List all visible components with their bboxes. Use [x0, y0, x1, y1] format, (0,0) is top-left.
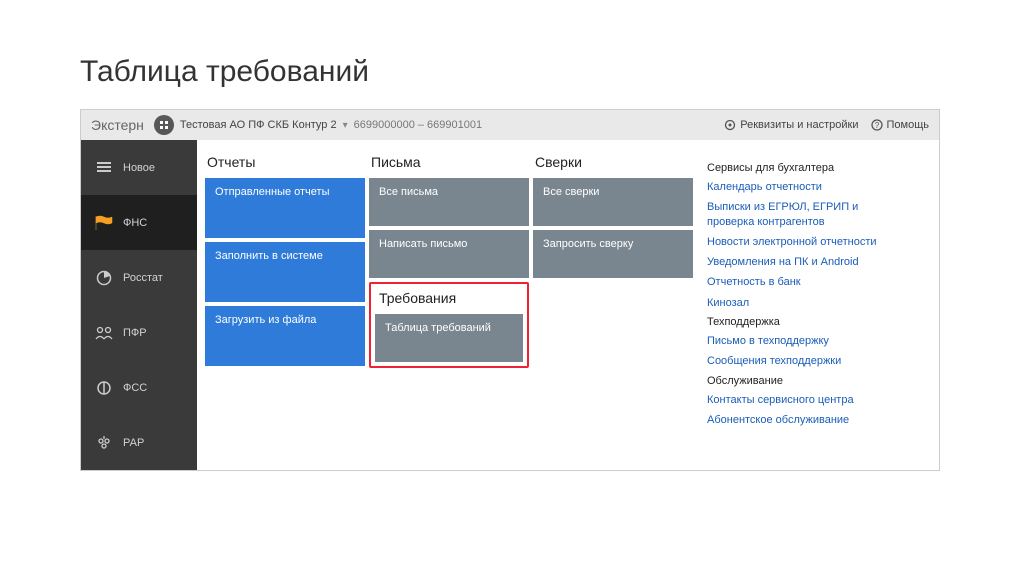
column-title-requirements: Требования [373, 286, 525, 314]
rp-link-extracts[interactable]: Выписки из ЕГРЮЛ, ЕГРИП и проверка контр… [707, 200, 877, 229]
sidebar-item-pfr[interactable]: ПФР [81, 305, 197, 360]
sidebar-item-label: ФСС [123, 382, 147, 394]
tile-all-reconcile[interactable]: Все сверки [533, 178, 693, 226]
page-title: Таблица требований [0, 0, 1024, 109]
chevron-down-icon[interactable]: ▾ [343, 120, 348, 131]
pie-icon [95, 269, 113, 287]
rp-link-support-msgs[interactable]: Сообщения техподдержки [707, 354, 877, 368]
sidebar-item-rar[interactable]: РАР [81, 415, 197, 470]
settings-link[interactable]: Реквизиты и настройки [724, 119, 858, 131]
rp-link-subscription[interactable]: Абонентское обслуживание [707, 413, 877, 427]
sidebar-item-new[interactable]: Новое [81, 140, 197, 195]
tile-sent-reports[interactable]: Отправленные отчеты [205, 178, 365, 238]
tile-request-reconcile[interactable]: Запросить сверку [533, 230, 693, 278]
tile-load-file[interactable]: Загрузить из файла [205, 306, 365, 366]
brand-label: Экстерн [91, 117, 144, 133]
sidebar-item-label: Новое [123, 162, 155, 174]
column-reports: Отчеты Отправленные отчеты Заполнить в с… [205, 150, 365, 470]
help-link[interactable]: ? Помощь [871, 119, 930, 131]
question-icon: ? [871, 119, 883, 131]
stack-icon [95, 159, 113, 177]
org-name[interactable]: Тестовая АО ПФ СКБ Контур 2 [180, 119, 337, 131]
sidebar-item-label: Росстат [123, 272, 163, 284]
requirements-highlight-group: Требования Таблица требований [369, 282, 529, 368]
org-badge-icon[interactable] [154, 115, 174, 135]
rp-link-cinema[interactable]: Кинозал [707, 296, 877, 310]
grapes-icon [95, 434, 113, 452]
rp-link-calendar[interactable]: Календарь отчетности [707, 180, 877, 194]
gear-icon [724, 119, 736, 131]
sidebar-item-rosstat[interactable]: Росстат [81, 250, 197, 305]
column-letters: Письма Все письма Написать письмо Требов… [369, 150, 529, 470]
column-title-letters: Письма [369, 150, 529, 178]
tile-all-letters[interactable]: Все письма [369, 178, 529, 226]
tile-requirements-table[interactable]: Таблица требований [375, 314, 523, 362]
app-frame: Экстерн Тестовая АО ПФ СКБ Контур 2 ▾ 66… [80, 109, 940, 471]
rp-link-support-letter[interactable]: Письмо в техподдержку [707, 334, 877, 348]
column-reconcile: Сверки Все сверки Запросить сверку [533, 150, 693, 470]
tile-write-letter[interactable]: Написать письмо [369, 230, 529, 278]
sidebar-item-fns[interactable]: ФНС [81, 195, 197, 250]
settings-label: Реквизиты и настройки [740, 119, 858, 131]
right-panel: Сервисы для бухгалтера Календарь отчетно… [693, 150, 883, 470]
sidebar-item-label: ФНС [123, 217, 147, 229]
topbar: Экстерн Тестовая АО ПФ СКБ Контур 2 ▾ 66… [81, 110, 939, 140]
flag-icon [95, 214, 113, 232]
rp-link-notifications[interactable]: Уведомления на ПК и Android [707, 255, 877, 269]
tile-fill-system[interactable]: Заполнить в системе [205, 242, 365, 302]
app-body: Новое ФНС Росстат ПФР [81, 140, 939, 470]
main-content: Отчеты Отправленные отчеты Заполнить в с… [197, 140, 939, 470]
org-id: 6699000000 – 669901001 [354, 119, 482, 131]
sidebar-item-fss[interactable]: ФСС [81, 360, 197, 415]
rp-link-service-contacts[interactable]: Контакты сервисного центра [707, 393, 877, 407]
shield-icon [95, 379, 113, 397]
rp-heading-services: Сервисы для бухгалтера [707, 162, 877, 174]
column-title-reconcile: Сверки [533, 150, 693, 178]
sidebar-item-label: ПФР [123, 327, 147, 339]
rp-heading-support: Техподдержка [707, 316, 877, 328]
rp-link-bank[interactable]: Отчетность в банк [707, 275, 877, 289]
help-label: Помощь [887, 119, 930, 131]
column-title-reports: Отчеты [205, 150, 365, 178]
sidebar-item-label: РАР [123, 437, 144, 449]
sidebar: Новое ФНС Росстат ПФР [81, 140, 197, 470]
people-icon [95, 324, 113, 342]
rp-link-news[interactable]: Новости электронной отчетности [707, 235, 877, 249]
svg-text:?: ? [874, 121, 879, 130]
rp-heading-service: Обслуживание [707, 375, 877, 387]
